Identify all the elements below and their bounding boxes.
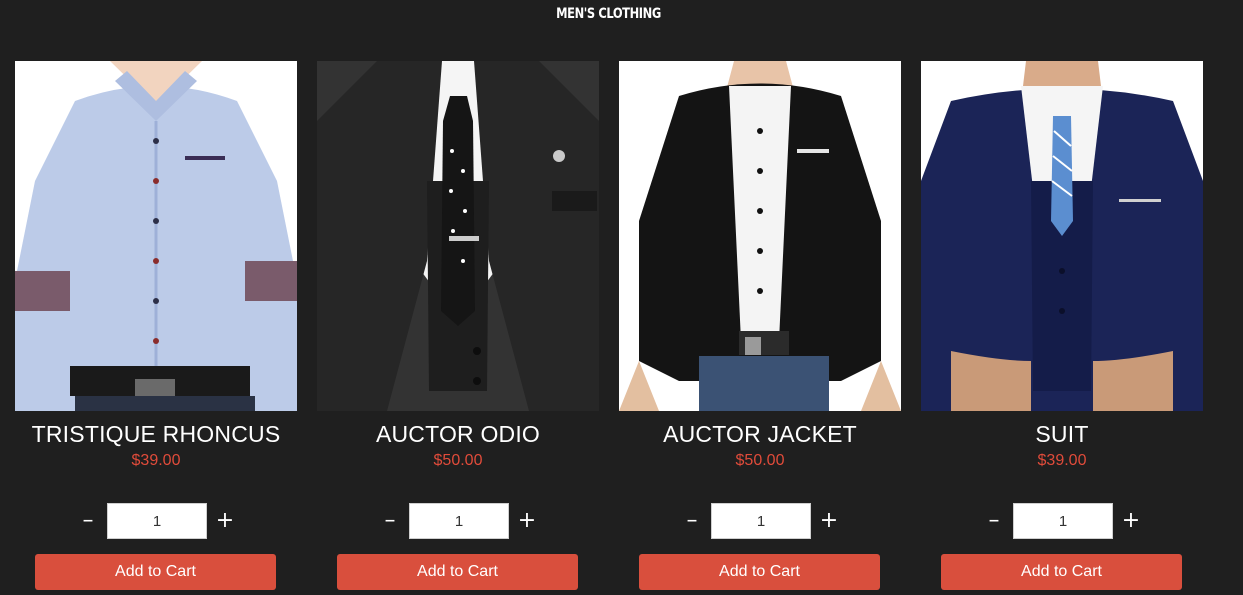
product-name[interactable]: SUIT	[921, 421, 1203, 447]
decrease-quantity-button[interactable]: –	[378, 503, 402, 539]
increase-quantity-button[interactable]: +	[515, 503, 539, 539]
product-card: TRISTIQUE RHONCUS $39.00 – + Add to Cart	[15, 61, 297, 590]
increase-quantity-button[interactable]: +	[817, 503, 841, 539]
product-price: $50.00	[433, 452, 483, 469]
suit-image	[317, 61, 599, 411]
quantity-input[interactable]	[107, 503, 207, 539]
navy-suit-image	[921, 61, 1203, 411]
product-card: AUCTOR ODIO $50.00 – + Add to Cart	[317, 61, 599, 590]
quantity-stepper: – +	[921, 503, 1203, 539]
product-price: $50.00	[735, 452, 785, 469]
increase-quantity-button[interactable]: +	[213, 503, 237, 539]
jacket-image	[619, 61, 901, 411]
product-image-navy-suit[interactable]	[921, 61, 1203, 411]
add-to-cart-button[interactable]: Add to Cart	[639, 554, 880, 590]
quantity-input[interactable]	[1013, 503, 1113, 539]
page-title: MEN'S CLOTHING	[556, 6, 661, 22]
quantity-input[interactable]	[711, 503, 811, 539]
quantity-stepper: – +	[15, 503, 297, 539]
shirt-image	[15, 61, 297, 411]
product-name[interactable]: TRISTIQUE RHONCUS	[15, 421, 297, 447]
quantity-stepper: – +	[317, 503, 599, 539]
quantity-input[interactable]	[409, 503, 509, 539]
product-image-shirt[interactable]	[15, 61, 297, 411]
decrease-quantity-button[interactable]: –	[680, 503, 704, 539]
product-card: SUIT $39.00 – + Add to Cart	[921, 61, 1203, 590]
increase-quantity-button[interactable]: +	[1119, 503, 1143, 539]
add-to-cart-button[interactable]: Add to Cart	[35, 554, 276, 590]
decrease-quantity-button[interactable]: –	[76, 503, 100, 539]
product-name[interactable]: AUCTOR ODIO	[317, 421, 599, 447]
product-price: $39.00	[1037, 452, 1087, 469]
decrease-quantity-button[interactable]: –	[982, 503, 1006, 539]
product-card: AUCTOR JACKET $50.00 – + Add to Cart	[619, 61, 901, 590]
quantity-stepper: – +	[619, 503, 901, 539]
add-to-cart-button[interactable]: Add to Cart	[337, 554, 578, 590]
add-to-cart-button[interactable]: Add to Cart	[941, 554, 1182, 590]
product-image-suit[interactable]	[317, 61, 599, 411]
product-name[interactable]: AUCTOR JACKET	[619, 421, 901, 447]
product-price: $39.00	[131, 452, 181, 469]
product-image-jacket[interactable]	[619, 61, 901, 411]
